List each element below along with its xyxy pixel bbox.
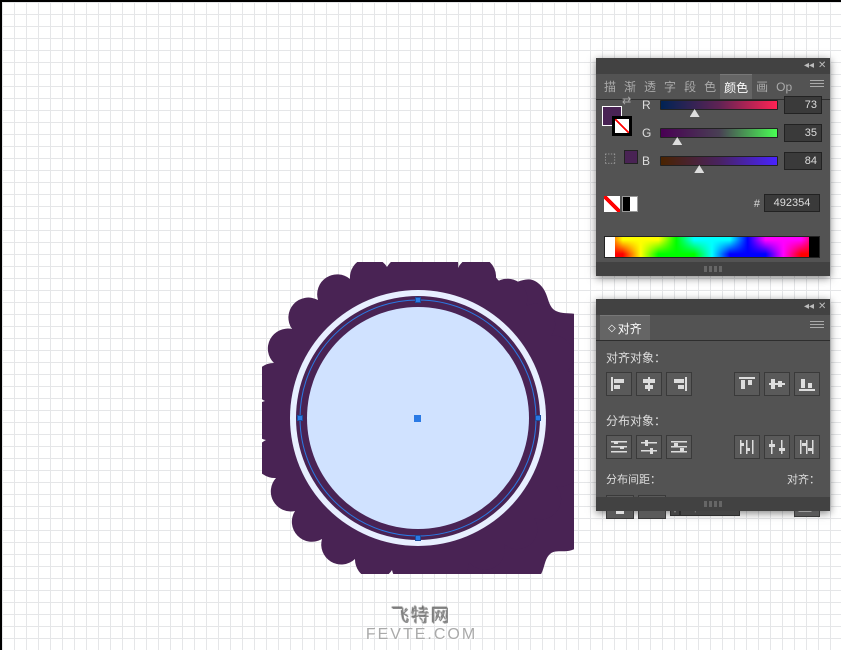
panel-header[interactable]: ◂◂ ✕ (596, 58, 830, 74)
slider-r[interactable]: R 73 (642, 91, 822, 119)
close-icon[interactable]: ✕ (818, 301, 828, 311)
align-vcenter-button[interactable] (764, 372, 790, 396)
selection-handle-n[interactable] (415, 297, 421, 303)
panel-tabs[interactable]: ◇对齐 (596, 315, 830, 341)
align-hcenter-button[interactable] (636, 372, 662, 396)
current-color-swatch[interactable] (624, 150, 638, 164)
artwork-badge[interactable] (262, 262, 574, 574)
slider-b[interactable]: B 84 (642, 147, 822, 175)
label-r: R (642, 98, 654, 112)
tab-align[interactable]: ◇对齐 (600, 315, 650, 340)
watermark-line2: FEVTE.COM (2, 626, 841, 644)
slider-track-b[interactable] (660, 156, 778, 166)
label-align-objects: 对齐对象： (596, 341, 830, 370)
label-distribute-spacing: 分布间距： (606, 471, 661, 487)
selection-handle-w[interactable] (297, 415, 303, 421)
distribute-top-button[interactable] (606, 435, 632, 459)
fill-stroke-indicator[interactable] (602, 106, 634, 138)
panel-menu-icon[interactable] (810, 321, 824, 328)
selection-handle-s[interactable] (415, 535, 421, 541)
value-r[interactable]: 73 (784, 96, 822, 114)
hex-label: # (754, 198, 760, 210)
slider-g[interactable]: G 35 (642, 119, 822, 147)
color-panel[interactable]: ◂◂ ✕ 描 渐 透 字 段 色 颜色 画 Op ⇄ ⬚ R 73 (596, 58, 830, 276)
align-right-button[interactable] (666, 372, 692, 396)
stroke-swatch[interactable] (612, 116, 632, 136)
slider-track-g[interactable] (660, 128, 778, 138)
label-g: G (642, 126, 654, 140)
align-bottom-button[interactable] (794, 372, 820, 396)
panel-menu-icon[interactable] (810, 80, 824, 87)
color-spectrum[interactable] (604, 236, 820, 258)
slider-track-r[interactable] (660, 100, 778, 110)
selection-center[interactable] (414, 415, 421, 422)
hex-input[interactable]: 492354 (764, 194, 820, 212)
distribute-left-button[interactable] (734, 435, 760, 459)
label-align-to: 对齐： (787, 471, 820, 487)
out-of-gamut-icon[interactable]: ⬚ (604, 150, 616, 166)
swap-fill-stroke-icon[interactable]: ⇄ (622, 94, 631, 107)
close-icon[interactable]: ✕ (818, 60, 828, 70)
distribute-vcenter-button[interactable] (636, 435, 662, 459)
align-panel[interactable]: ◂◂ ✕ ◇对齐 对齐对象： 分布对象： (596, 299, 830, 511)
distribute-right-button[interactable] (794, 435, 820, 459)
value-g[interactable]: 35 (784, 124, 822, 142)
label-distribute-objects: 分布对象： (596, 404, 830, 433)
align-top-button[interactable] (734, 372, 760, 396)
watermark-line1: 飞特网 (2, 602, 841, 628)
distribute-hcenter-button[interactable] (764, 435, 790, 459)
watermark: 飞特网 FEVTE.COM (2, 602, 841, 644)
collapse-icon[interactable]: ◂◂ (804, 301, 814, 312)
panel-footer[interactable] (596, 262, 830, 276)
distribute-bottom-button[interactable] (666, 435, 692, 459)
none-swatch[interactable] (604, 196, 620, 212)
panel-footer[interactable] (596, 497, 830, 511)
panel-header[interactable]: ◂◂ ✕ (596, 299, 830, 315)
selection-handle-e[interactable] (535, 415, 541, 421)
label-b: B (642, 154, 654, 168)
collapse-icon[interactable]: ◂◂ (804, 60, 814, 71)
canvas[interactable]: 飞特网 FEVTE.COM ◂◂ ✕ 描 渐 透 字 段 色 颜色 画 Op ⇄… (0, 0, 841, 650)
align-left-button[interactable] (606, 372, 632, 396)
tab-stroke[interactable]: 描 (600, 78, 620, 95)
value-b[interactable]: 84 (784, 152, 822, 170)
tab-gradient[interactable]: 渐 (620, 78, 640, 95)
black-white-swatch[interactable] (622, 196, 638, 212)
